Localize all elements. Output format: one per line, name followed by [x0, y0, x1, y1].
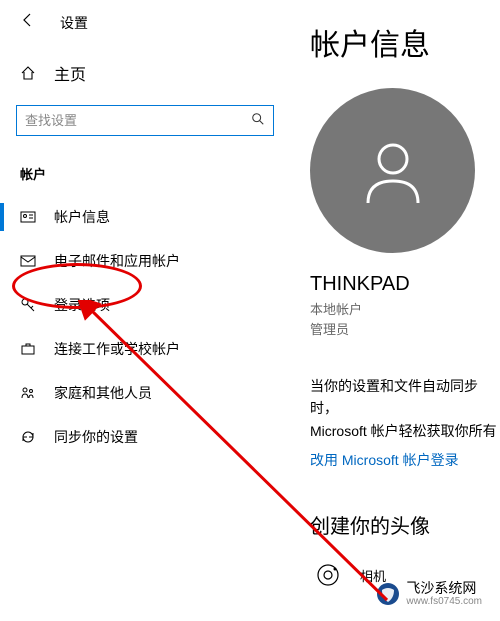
nav-signin-options[interactable]: 登录选项 [0, 283, 290, 327]
watermark-url: www.fs0745.com [406, 596, 482, 607]
back-arrow-icon[interactable] [20, 12, 36, 33]
briefcase-icon [20, 341, 36, 357]
camera-icon [310, 557, 346, 593]
section-header: 帐户 [0, 156, 290, 195]
nav-label: 登录选项 [54, 295, 110, 315]
nav-label: 同步你的设置 [54, 427, 138, 447]
header-title: 设置 [60, 13, 88, 33]
nav-label: 帐户信息 [54, 207, 110, 227]
sync-description: 当你的设置和文件自动同步时， Microsoft 帐户轻松获取你所有 [310, 375, 500, 442]
nav-email-accounts[interactable]: 电子邮件和应用帐户 [0, 239, 290, 283]
watermark-logo-icon [376, 582, 400, 606]
username: THINKPAD [310, 273, 500, 296]
people-icon [20, 385, 36, 401]
switch-to-ms-account-link[interactable]: 改用 Microsoft 帐户登录 [310, 450, 459, 470]
nav-sync[interactable]: 同步你的设置 [0, 415, 290, 459]
home-icon [20, 65, 36, 81]
home-nav[interactable]: 主页 [0, 53, 290, 93]
account-type-admin: 管理员 [310, 320, 500, 340]
sync-icon [20, 429, 36, 445]
search-input[interactable] [25, 113, 251, 128]
home-label: 主页 [54, 61, 86, 85]
id-card-icon [20, 209, 36, 225]
nav-label: 电子邮件和应用帐户 [54, 251, 180, 271]
nav-account-info[interactable]: 帐户信息 [0, 195, 290, 239]
nav-label: 家庭和其他人员 [54, 383, 152, 403]
watermark-title: 飞沙系统网 [406, 581, 482, 596]
watermark: 飞沙系统网 www.fs0745.com [376, 581, 482, 607]
avatar [310, 88, 475, 253]
search-icon [251, 112, 265, 129]
nav-work-school[interactable]: 连接工作或学校帐户 [0, 327, 290, 371]
create-avatar-heading: 创建你的头像 [310, 510, 500, 539]
key-icon [20, 297, 36, 313]
account-type-local: 本地帐户 [310, 300, 500, 320]
nav-family[interactable]: 家庭和其他人员 [0, 371, 290, 415]
mail-icon [20, 253, 36, 269]
page-title: 帐户信息 [310, 20, 500, 64]
nav-label: 连接工作或学校帐户 [54, 339, 180, 359]
search-box[interactable] [16, 105, 274, 136]
